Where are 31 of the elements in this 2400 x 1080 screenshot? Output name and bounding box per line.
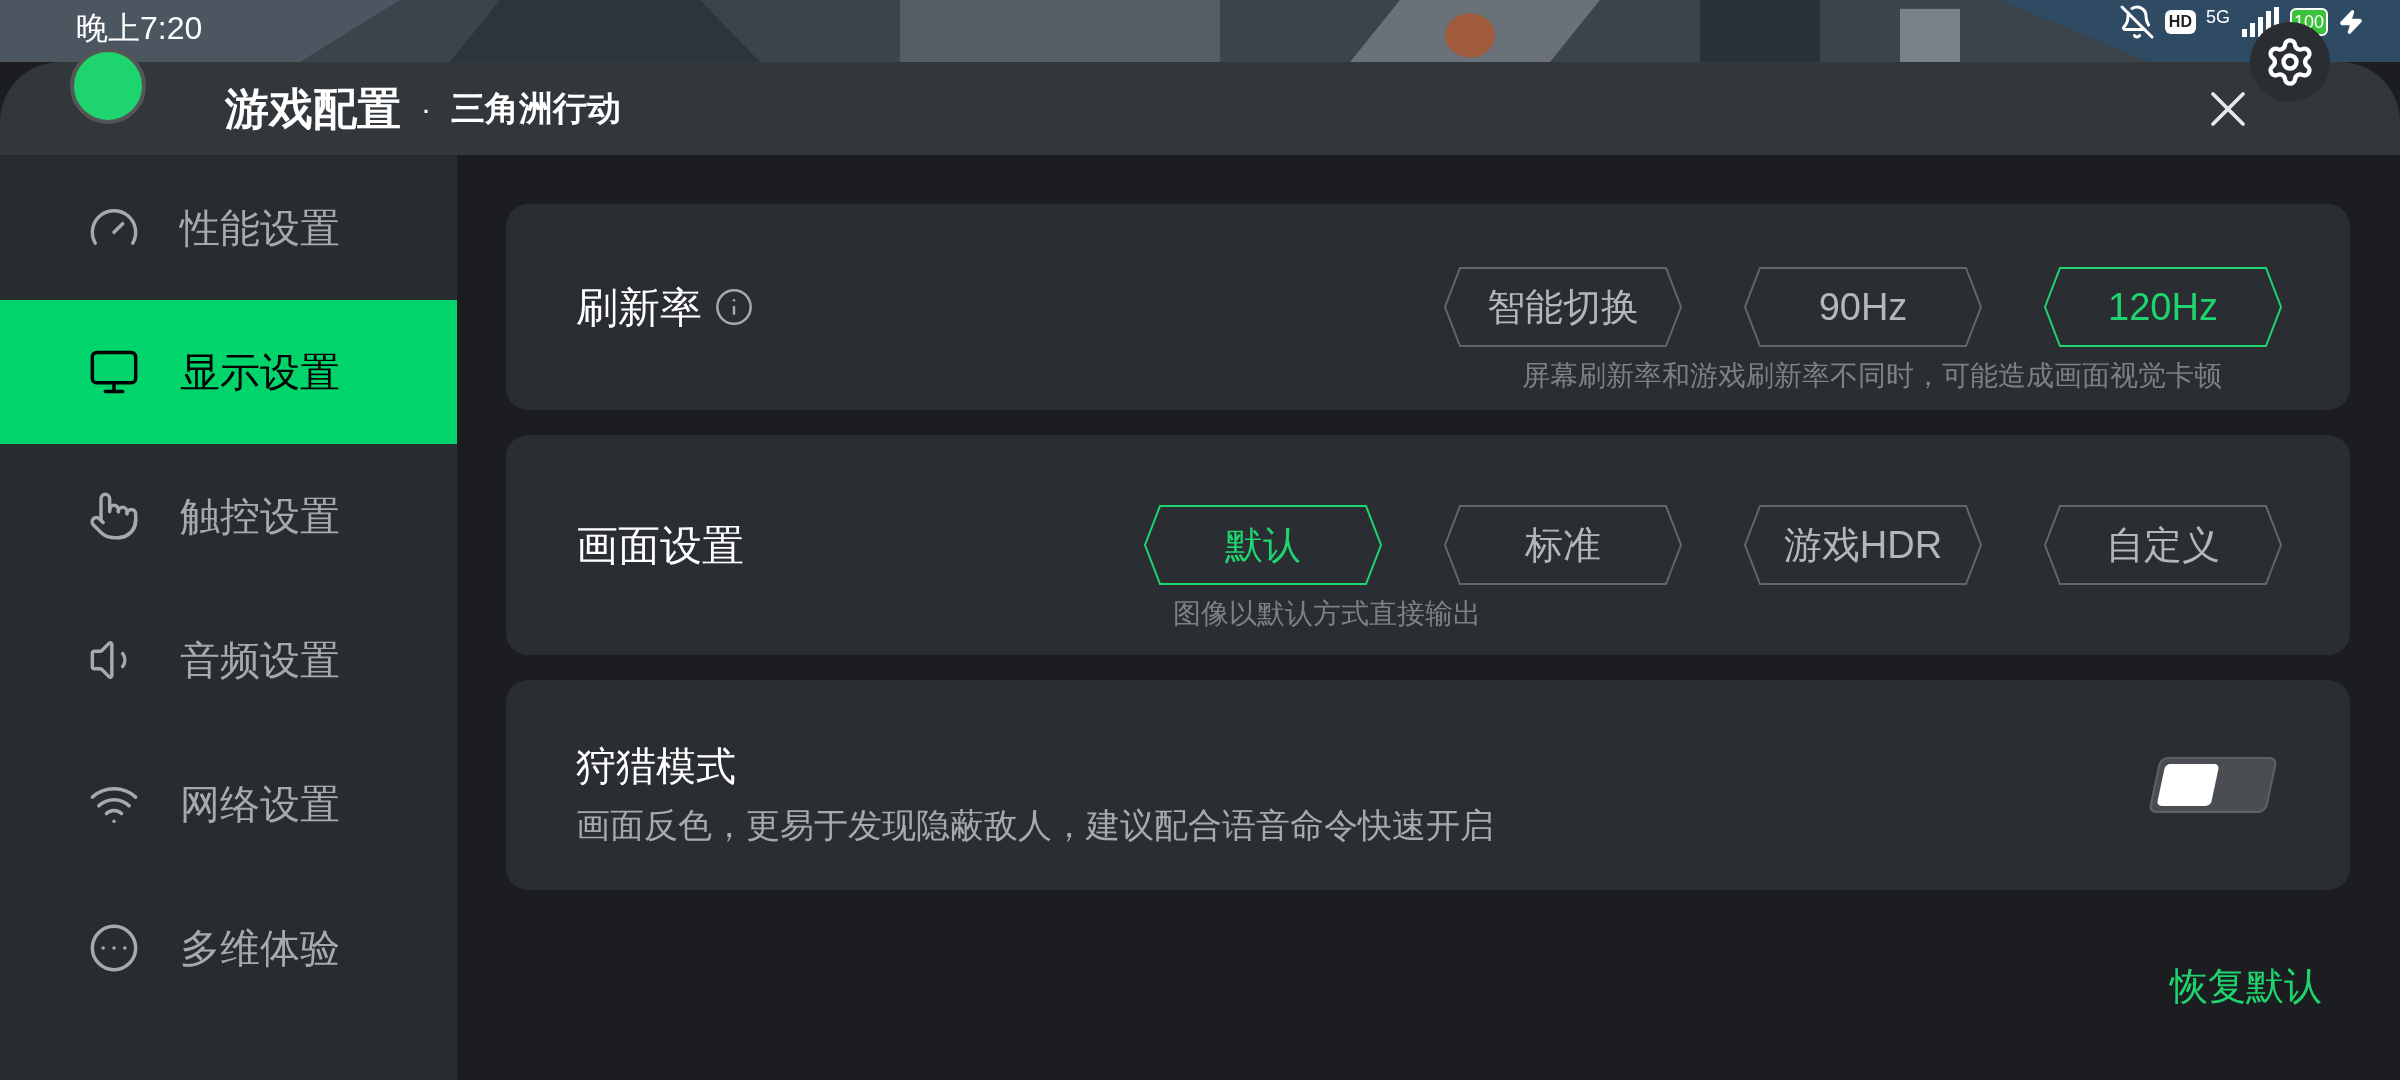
option-button[interactable]: 默认	[1144, 505, 1382, 585]
status-time: 晚上7:20	[76, 9, 203, 48]
option-button[interactable]: 90Hz	[1744, 267, 1982, 347]
hand-icon	[88, 490, 140, 542]
option-button[interactable]: 120Hz	[2044, 267, 2282, 347]
header-title: 游戏配置	[225, 82, 401, 135]
network-label: 5G	[2205, 6, 2230, 29]
hint-text: 图像以默认方式直接输出	[1173, 597, 1481, 631]
hint-text: 屏幕刷新率和游戏刷新率不同时，可能造成画面视觉卡顿	[1522, 359, 2222, 393]
setting-label: 狩猎模式	[576, 742, 737, 790]
game-name: 三角洲行动	[451, 88, 621, 129]
sidebar-item[interactable]: 显示设置	[0, 300, 457, 444]
setting-label: 刷新率	[576, 282, 702, 333]
sidebar-item[interactable]: 音频设置	[0, 588, 457, 732]
setting-label: 画面设置	[576, 520, 744, 571]
title-separator: ·	[421, 91, 431, 127]
charging-icon	[2338, 7, 2364, 37]
bell-off-icon	[2118, 4, 2155, 40]
info-icon	[714, 287, 754, 327]
option-button[interactable]: 自定义	[2044, 505, 2282, 585]
sidebar-item[interactable]: 触控设置	[0, 444, 457, 588]
hd-badge: HD	[2164, 10, 2196, 34]
sidebar-item[interactable]: 网络设置	[0, 732, 457, 876]
option-button[interactable]: 智能切换	[1444, 267, 1682, 347]
reset-button[interactable]: 恢复默认	[2170, 958, 2322, 1015]
more-icon	[88, 922, 140, 974]
option-button[interactable]: 游戏HDR	[1744, 505, 1982, 585]
option-button[interactable]: 标准	[1444, 505, 1682, 585]
sidebar-item[interactable]: 性能设置	[0, 156, 457, 300]
setting-description: 画面反色，更易于发现隐蔽敌人，建议配合语音命令快速开启	[576, 804, 1494, 846]
sidebar-item[interactable]: 多维体验	[0, 876, 457, 1020]
